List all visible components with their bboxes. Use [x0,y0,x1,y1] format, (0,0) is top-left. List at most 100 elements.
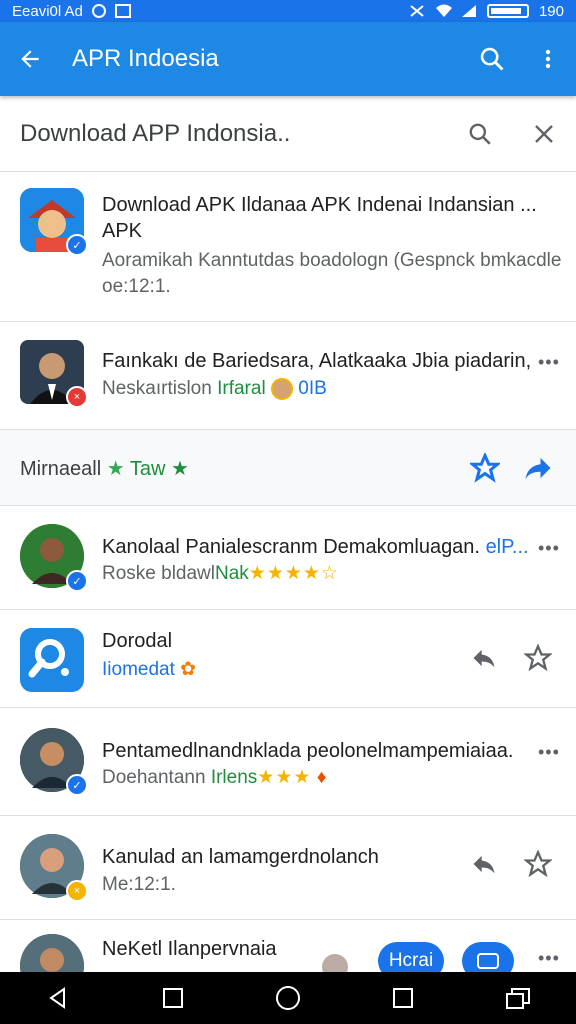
nav-back-button[interactable] [34,974,82,1022]
nav-split-button[interactable] [494,974,542,1022]
app-icon: ✓ [20,188,88,256]
home-circle-icon [275,986,300,1010]
action-pill-button[interactable]: Hcrai [378,942,444,972]
small-avatar-icon [322,954,348,972]
search-icon [469,123,491,145]
avatar: ✓ [20,524,88,592]
avatar [20,934,84,972]
list-item[interactable]: ✓ Kanolaal Panialescranm Demakomluagan. … [0,506,576,610]
page-title: APR Indoesia [72,45,219,72]
signal-icon [461,4,477,18]
notification-icon [91,4,107,18]
section-label: Mirnaeall ★ Taw ★ [20,456,189,481]
result-title-line2: APK [102,220,143,242]
result-title: Kanolaal Panialescranm Demakomluagan. el… [102,536,529,559]
nav-square-button[interactable] [149,974,197,1022]
nav-recents-button[interactable] [379,974,427,1022]
result-title: Dorodal [102,630,173,652]
battery-icon [486,4,529,18]
avatar: × [20,340,88,408]
arrow-back-icon [21,50,39,68]
result-title: Kanulad an lamamgerdnolanch [102,846,379,868]
result-title: Download APK Ildanaa APK Indenai Indansi… [102,194,537,216]
more-options-button[interactable]: ••• [538,742,559,762]
result-subtitle: Doehantann Irlens★★★ ♦ [102,766,326,789]
avatar: ✓ [20,728,88,796]
more-options-button[interactable]: ••• [538,948,559,968]
more-options-button[interactable]: ••• [538,538,559,558]
reply-icon [473,855,495,874]
result-subtitle: Roske bldawlNak★★★★☆ [102,562,339,585]
title-suffix: elP... [485,536,529,558]
verified-badge-icon: ✓ [66,570,88,592]
subtitle-tag: Irfaral [217,378,266,400]
subtitle-text: Iiomedat [102,659,175,680]
verified-badge-icon: ✓ [66,234,88,256]
favorite-button[interactable] [518,638,558,678]
subtitle-tag: Irlens [210,767,258,788]
more-options-button[interactable]: ••• [538,352,559,372]
result-title: Faınkakı de Bariedsara, Alatkaaka Jbia p… [102,350,532,372]
list-item[interactable]: NeKetl Ilanpervnaia Hcrai ••• [0,920,576,972]
pending-badge-icon: × [66,880,88,902]
list-item[interactable]: × Faınkakı de Bariedsara, Alatkaaka Jbia… [0,322,576,430]
search-button[interactable] [464,22,520,96]
section-header: Mirnaeall ★ Taw ★ [0,430,576,506]
status-badge-icon: × [66,386,88,408]
share-button[interactable] [518,448,558,488]
carrier-text: Eeavi0l Ad [12,2,83,20]
flame-icon: ♦ [316,767,327,788]
reply-icon [473,649,495,668]
status-bar: Eeavi0l Ad 190 [0,0,576,22]
search-submit-button[interactable] [448,96,512,172]
subtitle-text: Doehantann [102,767,206,788]
triangle-back-icon [48,987,65,1009]
rating-stars: ★★★★☆ [248,563,339,584]
subtitle-text: Neskaırtislon [102,378,212,400]
search-bar: Download APP Indonsia.. [0,96,576,172]
app-icon [20,628,84,692]
search-icon [480,47,504,71]
subtitle-count: 0IB [298,378,327,400]
title-text: Kanolaal Panialescranm Demakomluagan. [102,536,480,558]
list-item[interactable]: Dorodal Iiomedat ✿ [0,610,576,708]
back-button[interactable] [0,22,60,96]
star-icon: ★ [171,458,189,480]
avatar: × [20,834,88,902]
overflow-menu-button[interactable] [520,22,576,96]
section-label-text: Mirnaeall [20,458,102,480]
favorite-button[interactable] [518,844,558,884]
result-title: Pentamedlnandnklada peolonelmampemiaiaa. [102,740,514,762]
result-meta: oe:12:1. [102,276,171,297]
star-outline-icon [524,644,552,672]
share-arrow-icon [525,458,551,480]
star-icon: ★ [106,458,125,480]
clear-search-button[interactable] [512,96,576,172]
subtitle-tag: Nak [215,563,249,584]
reply-button[interactable] [464,844,504,884]
subtitle-text: Roske bldawl [102,563,215,584]
app-bar: APR Indoesia [0,22,576,96]
square-icon [393,988,414,1008]
list-item[interactable]: ✓ Download APK Ildanaa APK Indenai Indan… [0,172,576,322]
list-item[interactable]: ✓ Pentamedlnandnklada peolonelmampemiaia… [0,708,576,816]
star-outline-icon [470,453,500,483]
section-label-tag: Taw [129,458,166,480]
favorite-button[interactable] [465,448,505,488]
result-subtitle: Aoramikah Kanntutdas boadologn (Gespnck … [102,250,562,271]
nav-home-button[interactable] [264,974,312,1022]
list-item[interactable]: × Kanulad an lamamgerdnolanch Me:12:1. [0,816,576,920]
overlap-squares-icon [506,988,531,1009]
flower-icon: ✿ [180,659,197,680]
more-vert-icon [545,49,551,69]
chat-pill-button[interactable] [462,942,514,972]
verified-badge-icon: ✓ [66,774,88,796]
search-input[interactable]: Download APP Indonsia.. [0,120,448,148]
system-nav-bar [0,972,576,1024]
result-meta: Me:12:1. [102,874,176,895]
rating-stars: ★★★ [257,767,312,788]
search-app-icon [20,628,82,688]
battery-percent: 190 [538,2,564,20]
reply-button[interactable] [464,638,504,678]
close-icon [535,124,553,143]
